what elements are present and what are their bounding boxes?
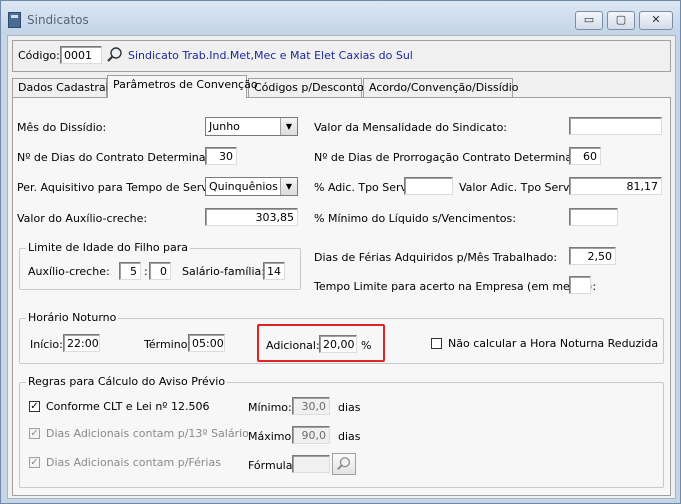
- minimo-unit: dias: [338, 401, 361, 414]
- title-bar: Sindicatos ▭ ▢ ✕: [1, 1, 680, 31]
- termino-input[interactable]: 05:00: [188, 334, 225, 352]
- minimize-button[interactable]: ▭: [575, 11, 603, 30]
- formula-lookup-button[interactable]: [332, 453, 356, 475]
- formula-input[interactable]: [292, 455, 330, 473]
- salario-familia-label: Salário-família:: [182, 265, 265, 278]
- magnifier-icon[interactable]: [106, 46, 124, 64]
- maximo-unit: dias: [338, 430, 361, 443]
- chevron-down-icon[interactable]: ▼: [280, 178, 297, 195]
- maximo-label: Máximo:: [248, 430, 295, 443]
- dias-13-label[interactable]: Dias Adicionais contam p/13º Salário: [46, 427, 249, 440]
- inicio-label: Início:: [30, 338, 63, 351]
- dias-13-checkbox[interactable]: ✓: [29, 428, 40, 439]
- termino-label: Término:: [144, 338, 192, 351]
- clt-label[interactable]: Conforme CLT e Lei nº 12.506: [46, 400, 209, 413]
- minimo-label: Mínimo:: [248, 401, 292, 414]
- auxilio-anos-input[interactable]: 5: [119, 262, 141, 280]
- parametros-panel: Mês do Dissídio: Junho ▼ Valor da Mensal…: [12, 97, 671, 496]
- tempo-limite-label: Tempo Limite para acerto na Empresa (em …: [314, 280, 597, 293]
- limite-idade-title: Limite de Idade do Filho para: [26, 241, 191, 254]
- auxilio-creche-input[interactable]: 303,85: [205, 208, 298, 226]
- aviso-previo-group: Regras para Cálculo do Aviso Prévio ✓ Co…: [19, 375, 664, 488]
- tab-dados-cadastrais[interactable]: Dados Cadastrais: [12, 78, 114, 97]
- tab-parametros-convencao[interactable]: Parâmetros de Convenção: [107, 75, 258, 98]
- tab-acordo-convencao[interactable]: Acordo/Convenção/Dissídio: [363, 78, 519, 97]
- valor-mensalidade-label: Valor da Mensalidade do Sindicato:: [314, 121, 508, 134]
- auxilio-creche-label: Valor do Auxílio-creche:: [17, 212, 148, 225]
- dias-contrato-label: Nº de Dias do Contrato Determinado:: [17, 151, 223, 164]
- dias-ferias-label: Dias de Férias Adquiridos p/Mês Trabalha…: [314, 251, 558, 264]
- client-area: Código: 0001 Sindicato Trab.Ind.Met,Mec …: [7, 35, 676, 499]
- auxilio-creche-idade-label: Auxílio-creche:: [28, 265, 110, 278]
- pct-minimo-label: % Mínimo do Líquido s/Vencimentos:: [314, 212, 516, 225]
- magnifier-icon: [336, 456, 352, 472]
- dias-ferias-aviso-label[interactable]: Dias Adicionais contam p/Férias: [46, 456, 221, 469]
- pct-adic-label: % Adic. Tpo Serv.:: [314, 181, 414, 194]
- per-aquisitivo-select[interactable]: Quinquênios ▼: [205, 177, 298, 196]
- dias-prorrogacao-label: Nº de Dias de Prorrogação Contrato Deter…: [314, 151, 590, 164]
- minimo-input[interactable]: 30,0: [292, 397, 330, 415]
- app-icon: [8, 12, 21, 28]
- limite-idade-group: Limite de Idade do Filho para Auxílio-cr…: [19, 241, 301, 290]
- horario-noturno-group: Horário Noturno Início: 22:00 Término: 0…: [19, 311, 664, 364]
- formula-label: Fórmula:: [248, 459, 297, 472]
- nao-calcular-label[interactable]: Não calcular a Hora Noturna Reduzida: [448, 337, 658, 350]
- inicio-input[interactable]: 22:00: [63, 334, 100, 352]
- valor-adic-label: Valor Adic. Tpo Serv.:: [459, 181, 576, 194]
- per-aquisitivo-label: Per. Aquisitivo para Tempo de Serviço:: [17, 181, 228, 194]
- mes-dissidio-label: Mês do Dissídio:: [17, 121, 107, 134]
- idade-separator: :: [144, 265, 148, 278]
- clt-checkbox[interactable]: ✓: [29, 401, 40, 412]
- dias-contrato-input[interactable]: 30: [205, 147, 237, 165]
- aviso-previo-title: Regras para Cálculo do Aviso Prévio: [26, 375, 228, 388]
- maximize-button[interactable]: ▢: [607, 11, 635, 30]
- window-title: Sindicatos: [27, 13, 89, 27]
- pct-minimo-input[interactable]: [569, 208, 618, 226]
- sindicato-name: Sindicato Trab.Ind.Met,Mec e Mat Elet Ca…: [128, 49, 413, 62]
- horario-noturno-title: Horário Noturno: [26, 311, 119, 324]
- maximo-input[interactable]: 90,0: [292, 426, 330, 444]
- tempo-limite-input[interactable]: [569, 276, 591, 294]
- dias-ferias-checkbox[interactable]: ✓: [29, 457, 40, 468]
- codigo-bar: Código: 0001 Sindicato Trab.Ind.Met,Mec …: [12, 40, 671, 72]
- valor-adic-input[interactable]: 81,17: [569, 177, 662, 195]
- sindicatos-window: Sindicatos ▭ ▢ ✕ Código: 0001 Sindicato …: [0, 0, 681, 504]
- auxilio-meses-input[interactable]: 0: [149, 262, 171, 280]
- salario-familia-input[interactable]: 14: [263, 262, 285, 280]
- chevron-down-icon[interactable]: ▼: [280, 118, 297, 135]
- per-aquisitivo-value: Quinquênios: [209, 180, 278, 193]
- close-button[interactable]: ✕: [639, 11, 673, 30]
- nao-calcular-checkbox[interactable]: [431, 338, 442, 349]
- pct-adic-input[interactable]: [404, 177, 453, 195]
- mes-dissidio-select[interactable]: Junho ▼: [205, 117, 298, 136]
- mes-dissidio-value: Junho: [209, 120, 240, 133]
- adicional-highlight: [257, 324, 385, 362]
- codigo-label: Código:: [18, 49, 60, 62]
- codigo-input[interactable]: 0001: [60, 46, 102, 64]
- dias-ferias-input[interactable]: 2,50: [569, 247, 616, 265]
- tab-codigos-descontos[interactable]: Códigos p/Descontos: [248, 78, 370, 97]
- valor-mensalidade-input[interactable]: [569, 117, 662, 135]
- dias-prorrogacao-input[interactable]: 60: [569, 147, 601, 165]
